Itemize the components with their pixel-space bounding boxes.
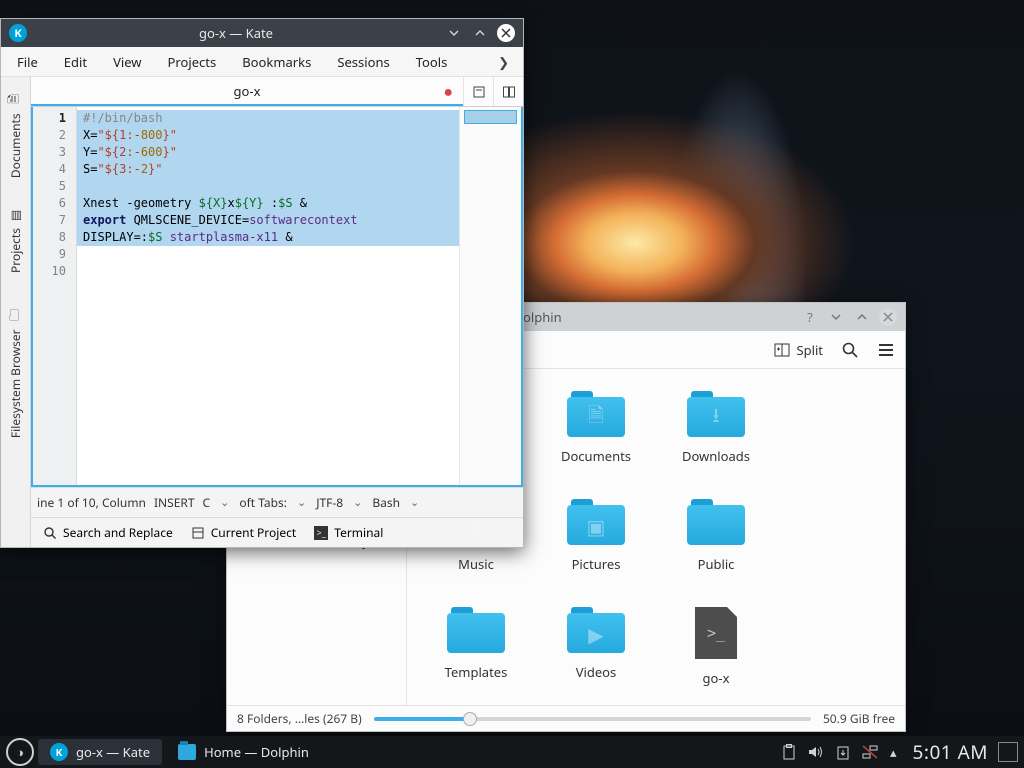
clipboard-icon[interactable] (782, 744, 796, 760)
tray-expand-icon[interactable]: ▴ (890, 743, 897, 761)
empty-slot (781, 391, 891, 465)
minimize-icon[interactable] (827, 308, 845, 326)
dolphin-task-icon (178, 744, 196, 760)
system-tray: ▴ (782, 743, 903, 761)
folder-icon (447, 607, 505, 653)
search-icon[interactable] (841, 341, 859, 359)
volume-icon[interactable] (808, 745, 824, 759)
project-icon (191, 526, 205, 540)
zoom-slider[interactable] (374, 717, 811, 721)
close-icon[interactable] (879, 308, 897, 326)
menu-overflow-icon[interactable]: ❯ (488, 49, 519, 75)
empty-slot (781, 499, 891, 573)
folder-icon: ⭳ (687, 391, 745, 437)
minimap[interactable] (459, 107, 521, 485)
code-editor[interactable]: #!/bin/bash X="${1:-800}" Y="${2:-600}" … (77, 107, 459, 485)
file-tab-gox[interactable]: go-x ● (31, 77, 463, 106)
line-gutter: 1 234 567 8910 (33, 107, 77, 485)
toolview-search[interactable]: Search and Replace (37, 522, 179, 543)
status-encoding[interactable]: JTF-8 (316, 494, 343, 511)
folder-videos[interactable]: ▶Videos (541, 607, 651, 687)
kate-titlebar[interactable]: K go-x — Kate (1, 19, 523, 47)
terminal-icon: >_ (314, 526, 328, 540)
app-launcher-icon[interactable]: ◑ (6, 738, 34, 766)
maximize-icon[interactable] (853, 308, 871, 326)
status-mode[interactable]: INSERT (154, 494, 195, 511)
dolphin-summary: 8 Folders, …les (267 B) (237, 710, 362, 727)
updates-icon[interactable] (836, 744, 850, 760)
sidetab-documents[interactable]: Documents🗎 (3, 81, 28, 184)
search-icon (43, 526, 57, 540)
split-button[interactable]: Split (774, 341, 823, 359)
kate-side-panels: Documents🗎 Projects▤ Filesystem Browser🗀 (1, 77, 31, 547)
folder-icon: 🗎 (567, 391, 625, 437)
status-enc-short[interactable]: C (203, 494, 211, 511)
help-icon[interactable]: ? (801, 308, 819, 326)
sidetab-filesystem[interactable]: Filesystem Browser🗀 (3, 297, 28, 444)
folder-public[interactable]: Public (661, 499, 771, 573)
menu-sessions[interactable]: Sessions (325, 49, 401, 75)
kate-tabbar: go-x ● (31, 77, 523, 107)
menu-view[interactable]: View (101, 49, 153, 75)
folder-icon: ▶ (567, 607, 625, 653)
new-tab-icon[interactable] (463, 77, 493, 106)
minimize-icon[interactable] (445, 24, 463, 42)
toolview-project[interactable]: Current Project (185, 522, 303, 543)
kate-app-icon: K (9, 24, 27, 42)
task-dolphin[interactable]: Home — Dolphin (166, 739, 321, 765)
status-syntax[interactable]: Bash (372, 494, 400, 511)
chevron-down-icon[interactable]: ⌄ (295, 495, 308, 510)
dolphin-free-space: 50.9 GiB free (823, 710, 895, 727)
toolview-terminal[interactable]: >_Terminal (308, 522, 389, 543)
menu-tools[interactable]: Tools (404, 49, 460, 75)
maximize-icon[interactable] (471, 24, 489, 42)
taskbar: ◑ Kgo-x — Kate Home — Dolphin ▴ 5:01 AM (0, 736, 1024, 768)
folder-downloads[interactable]: ⭳Downloads (661, 391, 771, 465)
menu-bookmarks[interactable]: Bookmarks (230, 49, 323, 75)
kate-window: K go-x — Kate File Edit View Projects Bo… (0, 18, 524, 548)
menu-file[interactable]: File (5, 49, 50, 75)
kate-task-icon: K (50, 743, 68, 761)
show-desktop-button[interactable] (998, 742, 1018, 762)
task-kate[interactable]: Kgo-x — Kate (38, 739, 162, 765)
folder-documents[interactable]: 🗎Documents (541, 391, 651, 465)
menu-edit[interactable]: Edit (52, 49, 99, 75)
network-icon[interactable] (862, 745, 878, 759)
hamburger-menu-icon[interactable] (877, 341, 895, 359)
script-icon (695, 607, 737, 659)
tab-close-icon[interactable]: ● (443, 80, 453, 102)
kate-menubar: File Edit View Projects Bookmarks Sessio… (1, 47, 523, 77)
menu-projects[interactable]: Projects (156, 49, 229, 75)
split-view-icon[interactable] (493, 77, 523, 106)
sidetab-projects[interactable]: Projects▤ (5, 202, 26, 279)
editor-area[interactable]: 1 234 567 8910 #!/bin/bash X="${1:-800}"… (31, 107, 523, 487)
clock[interactable]: 5:01 AM (906, 739, 994, 765)
kate-title: go-x — Kate (35, 24, 437, 42)
chevron-down-icon[interactable]: ⌄ (408, 495, 421, 510)
close-icon[interactable] (497, 24, 515, 42)
folder-pictures[interactable]: ▣Pictures (541, 499, 651, 573)
folder-icon: ▣ (567, 499, 625, 545)
file-gox[interactable]: go-x (661, 607, 771, 687)
dolphin-statusbar: 8 Folders, …les (267 B) 50.9 GiB free (227, 705, 905, 731)
chevron-down-icon[interactable]: ⌄ (218, 495, 231, 510)
status-position[interactable]: ine 1 of 10, Column (37, 494, 146, 511)
folder-icon (687, 499, 745, 545)
folder-templates[interactable]: Templates (421, 607, 531, 687)
status-tabs[interactable]: oft Tabs: (239, 494, 287, 511)
chevron-down-icon[interactable]: ⌄ (351, 495, 364, 510)
